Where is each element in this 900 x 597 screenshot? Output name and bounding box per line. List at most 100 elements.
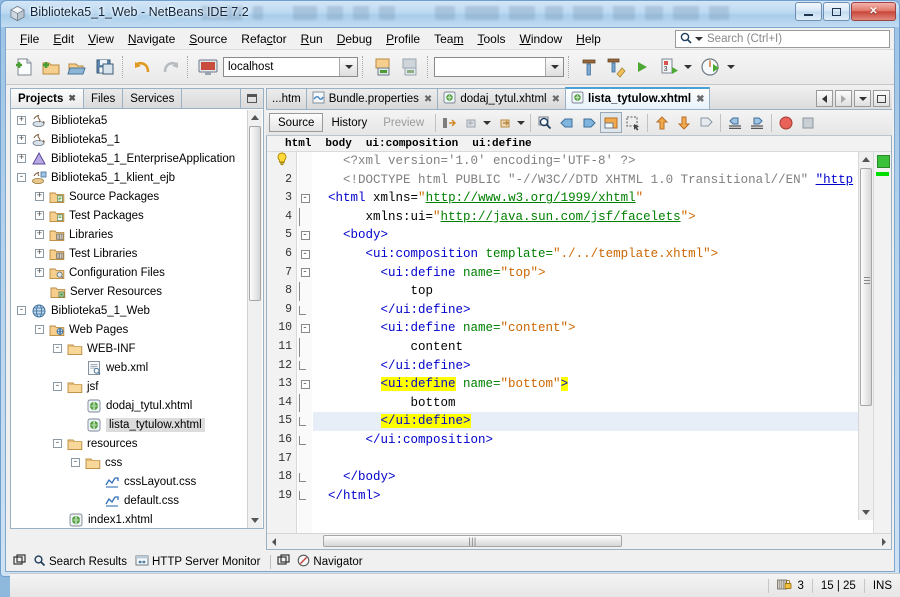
toggle-highlight-icon[interactable] [695, 112, 717, 133]
notification-cell[interactable]: 3 [768, 578, 811, 593]
code-line[interactable]: bottom [313, 394, 873, 413]
menu-run[interactable]: Run [294, 30, 330, 48]
tree-node[interactable]: - jsf [11, 377, 249, 396]
stop-macro-recording-icon[interactable] [797, 112, 819, 133]
tree-node[interactable]: + Configuration Files [11, 263, 249, 282]
tab-services[interactable]: Services [123, 89, 183, 108]
tab-scroll-left-icon[interactable] [816, 90, 833, 107]
debug-project-button[interactable]: 3 [656, 54, 683, 81]
hscroll-right-icon[interactable] [879, 536, 889, 547]
tree-expander-collapse-icon[interactable]: - [53, 439, 62, 448]
editor-scroll-up-icon[interactable] [860, 153, 872, 166]
editor-scroll-thumb[interactable] [860, 168, 872, 406]
tree-node[interactable]: dodaj_tytul.xhtml [11, 396, 249, 415]
search-box[interactable]: Search (Ctrl+I) [675, 30, 890, 48]
fold-marker[interactable]: - [298, 245, 312, 264]
open-project-button[interactable] [64, 54, 91, 81]
fold-marker[interactable]: - [298, 189, 312, 208]
back-icon[interactable] [461, 112, 483, 133]
last-edit-icon[interactable] [439, 112, 461, 133]
code-line[interactable]: <body> [313, 226, 873, 245]
caret-position[interactable]: 15 | 25 [811, 578, 864, 593]
tree-node[interactable]: + Biblioteka5 [11, 111, 249, 130]
tree-expander-expand-icon[interactable]: + [17, 135, 26, 144]
maximize-button[interactable] [823, 2, 850, 21]
tree-node[interactable]: - Biblioteka5_1_klient_ejb [11, 168, 249, 187]
breadcrumb-html[interactable]: html [285, 138, 311, 150]
forward-icon[interactable] [495, 112, 517, 133]
tree-node[interactable]: cssLayout.css [11, 472, 249, 491]
tree-node[interactable]: Server Resources [11, 282, 249, 301]
new-file-button[interactable] [10, 54, 37, 81]
server-combo[interactable]: localhost [223, 57, 358, 77]
view-preview-button[interactable]: Preview [375, 113, 432, 132]
code-line[interactable]: <ui:define name="bottom"> [313, 375, 873, 394]
profile-dropdown-icon[interactable] [727, 65, 735, 69]
tree-node[interactable]: default.css [11, 491, 249, 510]
search-input[interactable]: Search (Ctrl+I) [707, 33, 782, 45]
tree-node[interactable]: - css [11, 453, 249, 472]
tab-files[interactable]: Files [83, 89, 124, 108]
breadcrumb-ui-define[interactable]: ui:define [472, 138, 531, 150]
previous-bookmark-icon[interactable] [556, 112, 578, 133]
tree-expander-collapse-icon[interactable]: - [35, 325, 44, 334]
code-text[interactable]: <?xml version='1.0' encoding='UTF-8' ?> … [313, 152, 873, 534]
dock-float-icon-left[interactable] [13, 553, 26, 570]
next-error-icon[interactable] [673, 112, 695, 133]
shift-left-icon[interactable] [724, 112, 746, 133]
project-tree-scrollbar[interactable] [247, 110, 262, 528]
tree-node[interactable]: + Source Packages [11, 187, 249, 206]
tree-node[interactable]: index1.xhtml [11, 510, 249, 528]
tree-expander-collapse-icon[interactable]: - [71, 458, 80, 467]
save-all-button[interactable] [91, 54, 118, 81]
server-combo-arrow[interactable] [339, 58, 357, 76]
dock-item-navigator[interactable]: Navigator [295, 554, 368, 570]
previous-error-icon[interactable] [651, 112, 673, 133]
code-line[interactable]: top [313, 282, 873, 301]
error-annotation-strip[interactable] [873, 152, 891, 534]
code-line[interactable]: <html xmlns="http://www.w3.org/1999/xhtm… [313, 189, 873, 208]
tree-expander-expand-icon[interactable]: + [35, 268, 44, 277]
tree-expander-collapse-icon[interactable]: - [17, 173, 26, 182]
shift-right-icon[interactable] [746, 112, 768, 133]
search-dropdown-icon[interactable] [695, 37, 703, 41]
menu-team[interactable]: Team [427, 30, 470, 48]
menu-help[interactable]: Help [569, 30, 608, 48]
profile-project-button[interactable] [697, 54, 724, 81]
view-source-button[interactable]: Source [269, 113, 324, 132]
code-line[interactable]: </ui:define> [313, 357, 873, 376]
code-line[interactable]: </body> [313, 468, 873, 487]
code-line[interactable]: <ui:define name="top"> [313, 264, 873, 283]
close-button[interactable]: ✕ [851, 2, 896, 21]
dock-float-icon-right[interactable] [277, 553, 291, 570]
server-icon[interactable] [194, 54, 221, 81]
dock-item-search-results[interactable]: Search Results [31, 554, 133, 570]
debug-dropdown-icon[interactable] [684, 65, 692, 69]
minimize-panel-button[interactable] [241, 89, 263, 108]
scroll-down-icon[interactable] [249, 514, 261, 527]
next-bookmark-icon[interactable] [578, 112, 600, 133]
tab-list-dropdown-icon[interactable] [854, 90, 871, 107]
tree-node[interactable]: + Test Libraries [11, 244, 249, 263]
fold-marker[interactable]: - [298, 264, 312, 283]
deploy-button[interactable] [369, 54, 396, 81]
code-line[interactable]: </ui:define> [313, 412, 873, 431]
tree-expander-expand-icon[interactable]: + [17, 116, 26, 125]
tree-expander-collapse-icon[interactable]: - [17, 306, 26, 315]
menu-tools[interactable]: Tools [470, 30, 512, 48]
tree-expander-expand-icon[interactable]: + [35, 230, 44, 239]
code-line[interactable]: <ui:define name="content"> [313, 319, 873, 338]
editor-tab-dodaj-close-icon[interactable]: ✖ [552, 94, 560, 105]
config-combo[interactable] [434, 57, 564, 77]
toggle-bookmark-icon[interactable] [600, 112, 623, 133]
menu-source[interactable]: Source [182, 30, 234, 48]
tree-node[interactable]: + Biblioteka5_1 [11, 130, 249, 149]
tree-expander-expand-icon[interactable]: + [35, 249, 44, 258]
code-line[interactable]: <ui:composition template="./../template.… [313, 245, 873, 264]
tree-expander-expand-icon[interactable]: + [17, 154, 26, 163]
line-number-gutter[interactable]: 2 3 4 5 6 7 8 9 10 11 12 13 14 15 16 17 18 19 [267, 152, 297, 534]
fold-marker[interactable]: - [298, 226, 312, 245]
menu-file[interactable]: File [13, 30, 46, 48]
code-folding-column[interactable]: ------ [298, 152, 312, 534]
editor-tab-dodaj-tytul[interactable]: dodaj_tytul.xhtml ✖ [437, 88, 566, 109]
